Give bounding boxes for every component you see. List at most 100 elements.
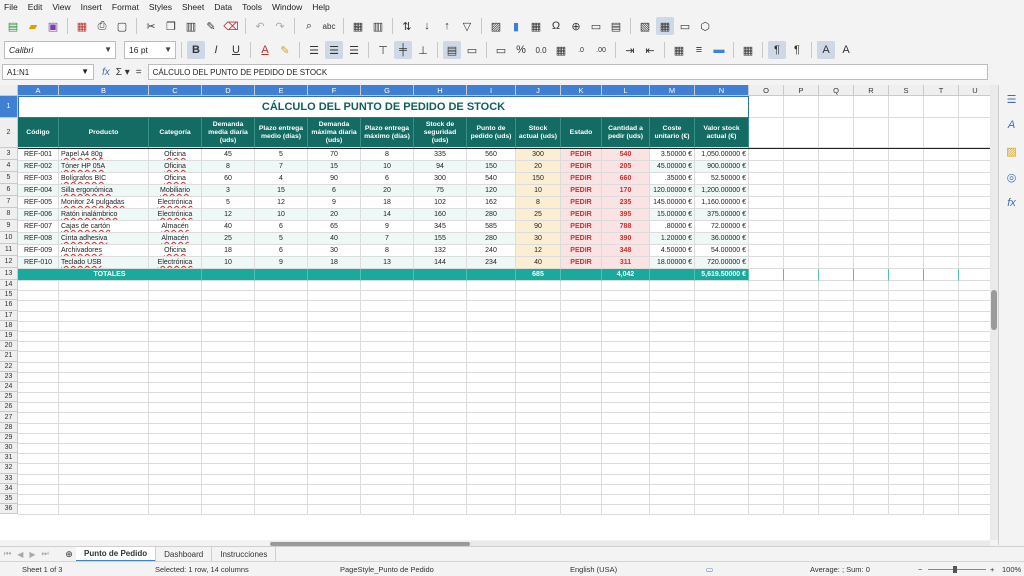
cell[interactable]: 8 bbox=[361, 245, 414, 257]
cell[interactable] bbox=[695, 372, 749, 383]
menu-window[interactable]: Window bbox=[272, 2, 302, 12]
cell[interactable] bbox=[59, 291, 149, 302]
cell[interactable] bbox=[784, 444, 819, 455]
cell[interactable] bbox=[959, 312, 990, 322]
cell[interactable] bbox=[18, 433, 59, 444]
cell[interactable]: 311 bbox=[602, 257, 650, 269]
cell[interactable] bbox=[959, 281, 990, 292]
cell[interactable] bbox=[650, 393, 695, 404]
image-icon[interactable]: ▨ bbox=[487, 17, 505, 35]
cell[interactable] bbox=[854, 96, 889, 118]
cell[interactable] bbox=[516, 331, 561, 343]
conditional-icon[interactable]: ▦ bbox=[739, 41, 757, 59]
cell[interactable] bbox=[467, 352, 516, 363]
cell[interactable]: 60 bbox=[202, 173, 255, 185]
cell[interactable] bbox=[467, 494, 516, 506]
cell[interactable] bbox=[819, 185, 854, 197]
column-header[interactable]: C bbox=[149, 85, 202, 96]
cell[interactable] bbox=[149, 281, 202, 292]
cell[interactable] bbox=[149, 311, 202, 322]
cell[interactable]: 6 bbox=[361, 173, 414, 185]
cell[interactable] bbox=[59, 372, 149, 383]
align-middle-icon[interactable]: ╪ bbox=[394, 41, 412, 59]
cell[interactable] bbox=[202, 291, 255, 302]
cell[interactable]: Teclado USB bbox=[59, 257, 149, 269]
cell[interactable] bbox=[516, 281, 561, 292]
cell[interactable] bbox=[516, 444, 561, 455]
align-bottom-icon[interactable]: ⊥ bbox=[414, 41, 432, 59]
cell[interactable] bbox=[414, 311, 467, 322]
cell[interactable] bbox=[695, 464, 749, 475]
cell[interactable] bbox=[602, 393, 650, 404]
cell[interactable] bbox=[854, 464, 889, 475]
cell[interactable] bbox=[255, 372, 308, 383]
cell[interactable]: 12 bbox=[202, 209, 255, 221]
cell[interactable] bbox=[308, 352, 361, 363]
cell[interactable] bbox=[854, 362, 889, 373]
cell[interactable] bbox=[889, 505, 924, 516]
column-header[interactable]: B bbox=[59, 85, 149, 96]
cell[interactable] bbox=[749, 118, 784, 148]
cell[interactable] bbox=[819, 269, 854, 281]
row-header[interactable]: 15 bbox=[0, 290, 18, 301]
cell[interactable] bbox=[255, 342, 308, 353]
row-header[interactable]: 3 bbox=[0, 148, 18, 160]
cell[interactable]: 25 bbox=[516, 209, 561, 221]
cell[interactable] bbox=[149, 474, 202, 485]
cell[interactable] bbox=[308, 494, 361, 506]
cell[interactable]: 10 bbox=[361, 161, 414, 173]
cell[interactable] bbox=[467, 484, 516, 495]
cell[interactable] bbox=[202, 269, 255, 281]
cell[interactable] bbox=[854, 433, 889, 444]
cell[interactable] bbox=[255, 433, 308, 444]
cell[interactable] bbox=[516, 352, 561, 363]
cell[interactable] bbox=[784, 352, 819, 363]
cell[interactable] bbox=[561, 494, 602, 506]
row-header[interactable]: 36 bbox=[0, 504, 18, 515]
cell[interactable] bbox=[308, 331, 361, 343]
cell[interactable] bbox=[18, 362, 59, 373]
sort-ascending-icon[interactable]: ↓ bbox=[418, 17, 436, 35]
menu-format[interactable]: Format bbox=[112, 2, 139, 12]
cell[interactable] bbox=[959, 301, 990, 312]
cell[interactable] bbox=[959, 245, 990, 257]
cell[interactable] bbox=[561, 291, 602, 302]
cell[interactable] bbox=[18, 444, 59, 455]
cell[interactable] bbox=[361, 321, 414, 332]
function-wizard-icon[interactable]: fx bbox=[102, 67, 110, 78]
cell[interactable] bbox=[561, 464, 602, 475]
cell[interactable]: REF-009 bbox=[18, 245, 59, 257]
cell[interactable] bbox=[561, 423, 602, 434]
cell[interactable] bbox=[854, 484, 889, 495]
cell[interactable] bbox=[889, 464, 924, 475]
cell[interactable]: .35000 € bbox=[650, 173, 695, 185]
cell[interactable] bbox=[959, 403, 990, 414]
cell[interactable] bbox=[467, 464, 516, 475]
cell[interactable] bbox=[308, 301, 361, 312]
cell[interactable] bbox=[561, 454, 602, 465]
cell[interactable] bbox=[18, 505, 59, 516]
cell[interactable] bbox=[924, 331, 959, 343]
cell[interactable] bbox=[467, 291, 516, 302]
align-center-icon[interactable]: ☰ bbox=[325, 41, 343, 59]
cell[interactable] bbox=[749, 382, 784, 394]
cell[interactable]: 395 bbox=[602, 209, 650, 221]
cell[interactable] bbox=[361, 464, 414, 475]
cell[interactable] bbox=[784, 433, 819, 444]
vertical-scroll-thumb[interactable] bbox=[991, 290, 997, 330]
cell[interactable] bbox=[59, 433, 149, 444]
cell[interactable] bbox=[516, 464, 561, 475]
selection-mode-icon[interactable]: ▭ bbox=[706, 565, 713, 574]
menu-styles[interactable]: Styles bbox=[149, 2, 172, 12]
cell[interactable] bbox=[889, 269, 924, 281]
cell[interactable] bbox=[959, 383, 990, 394]
cell[interactable] bbox=[854, 352, 889, 363]
cell[interactable] bbox=[695, 291, 749, 302]
cell[interactable] bbox=[202, 311, 255, 322]
row-header[interactable]: 25 bbox=[0, 392, 18, 403]
cell[interactable] bbox=[889, 149, 924, 161]
cell[interactable]: 335 bbox=[414, 149, 467, 161]
cell[interactable] bbox=[819, 221, 854, 233]
row-header[interactable]: 20 bbox=[0, 341, 18, 352]
cell[interactable] bbox=[602, 423, 650, 434]
